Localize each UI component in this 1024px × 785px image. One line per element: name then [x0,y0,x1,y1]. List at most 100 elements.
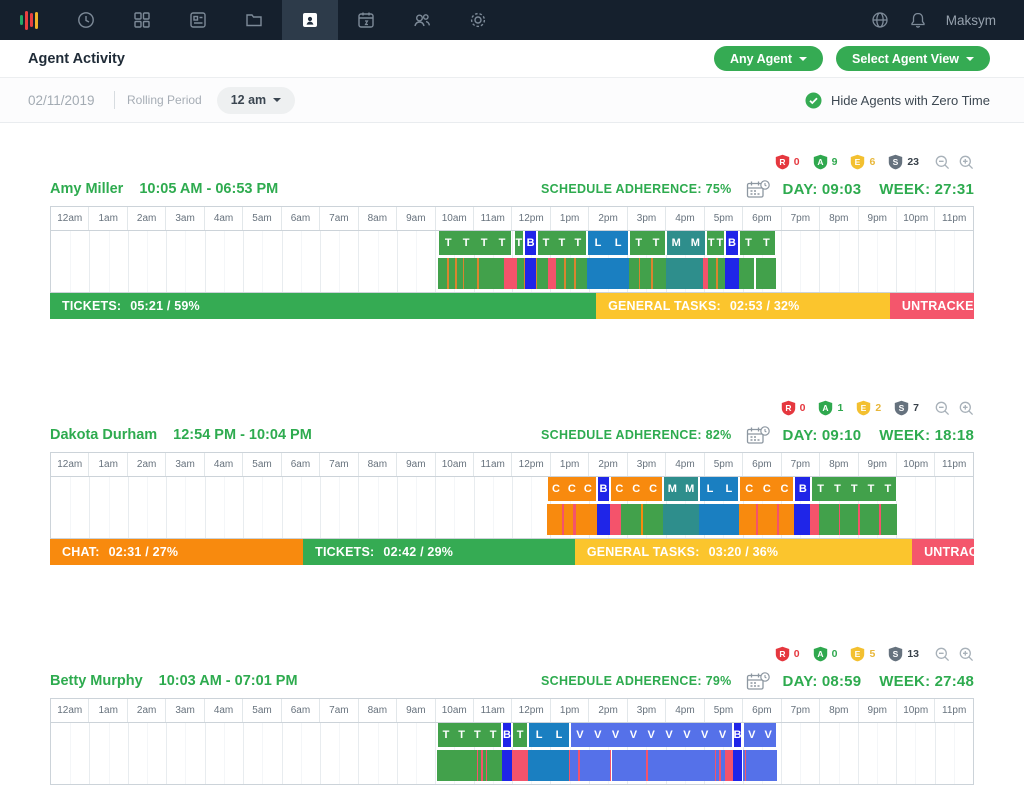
status-badge-s[interactable]: S13 [888,646,919,662]
status-badge-e[interactable]: E2 [856,400,881,416]
date-picker[interactable]: 02/11/2019 [28,93,112,108]
schedule-block[interactable]: LL [528,723,570,747]
activity-segment[interactable] [666,258,704,289]
activity-segment[interactable] [643,504,662,535]
activity-segment[interactable] [746,750,777,781]
hide-zero-toggle[interactable]: Hide Agents with Zero Time [805,92,990,109]
tab-users[interactable] [394,0,450,40]
activity-segment[interactable] [699,504,739,535]
activity-segment[interactable] [438,258,447,289]
activity-segment[interactable] [819,504,838,535]
activity-segment[interactable] [794,504,809,535]
schedule-block[interactable]: CCC [547,477,597,501]
tab-schedules[interactable] [338,0,394,40]
activity-segment[interactable] [881,504,898,535]
activity-segment[interactable] [758,504,777,535]
schedule-block[interactable]: TT [739,231,777,255]
app-logo-icon[interactable] [0,0,58,40]
activity-segment[interactable] [610,504,622,535]
user-menu[interactable]: Maksym [946,13,996,28]
schedule-block[interactable]: VVVVVVVVV [570,723,733,747]
activity-segment[interactable] [640,258,651,289]
zoom-in-icon[interactable] [959,155,974,170]
zoom-out-icon[interactable] [935,155,950,170]
activity-segment[interactable] [597,504,610,535]
calendar-clock-icon[interactable] [746,671,770,692]
globe-icon[interactable] [870,10,890,30]
schedule-block[interactable]: B [794,477,811,501]
schedule-block[interactable]: B [725,231,738,255]
bell-icon[interactable] [908,10,928,30]
activity-segment[interactable] [464,258,477,289]
agent-name[interactable]: Betty Murphy [50,673,143,689]
calendar-clock-icon[interactable] [746,179,770,200]
activity-segment[interactable] [564,504,573,535]
agent-name[interactable]: Amy Miller [50,181,123,197]
activity-segment[interactable] [566,258,574,289]
activity-segment[interactable] [810,504,820,535]
schedule-block[interactable]: T [514,231,525,255]
status-badge-r[interactable]: R0 [775,154,800,170]
schedule-block[interactable]: MM [663,477,700,501]
zoom-out-icon[interactable] [935,401,950,416]
status-badge-s[interactable]: S23 [888,154,919,170]
schedule-block[interactable]: B [502,723,512,747]
zoom-out-icon[interactable] [935,647,950,662]
activity-segment[interactable] [621,504,640,535]
tab-scorecards[interactable] [170,0,226,40]
schedule-block[interactable]: B [733,723,743,747]
activity-segment[interactable] [648,750,715,781]
schedule-block[interactable]: B [597,477,610,501]
activity-segment[interactable] [587,258,629,289]
activity-segment[interactable] [504,258,516,289]
any-agent-dropdown[interactable]: Any Agent [714,46,823,71]
activity-segment[interactable] [556,258,564,289]
status-badge-r[interactable]: R0 [781,400,806,416]
status-badge-a[interactable]: A0 [813,646,838,662]
activity-segment[interactable] [725,258,738,289]
schedule-block[interactable]: TTTTT [811,477,897,501]
status-badge-e[interactable]: E6 [850,154,875,170]
activity-segment[interactable] [528,750,569,781]
schedule-block[interactable]: TTTT [438,231,512,255]
status-badge-e[interactable]: E5 [850,646,875,662]
agent-name[interactable]: Dakota Durham [50,427,157,443]
schedule-block[interactable]: TTTT [437,723,502,747]
status-badge-a[interactable]: A9 [813,154,838,170]
activity-segment[interactable] [517,258,524,289]
activity-segment[interactable] [479,258,504,289]
schedule-block[interactable]: LL [587,231,629,255]
status-badge-a[interactable]: A1 [818,400,843,416]
tab-agent-activity[interactable] [282,0,338,40]
activity-segment[interactable] [548,258,556,289]
activity-segment[interactable] [512,750,528,781]
activity-segment[interactable] [502,750,512,781]
activity-segment[interactable] [860,504,879,535]
rolling-period-dropdown[interactable]: 12 am [217,87,295,114]
activity-segment[interactable] [570,750,578,781]
activity-segment[interactable] [537,258,548,289]
tab-dashboard[interactable] [114,0,170,40]
activity-segment[interactable] [580,750,610,781]
activity-segment[interactable] [612,750,647,781]
activity-segment[interactable] [653,258,666,289]
activity-segment[interactable] [725,750,732,781]
schedule-block[interactable]: TTT [537,231,587,255]
activity-segment[interactable] [779,504,794,535]
schedule-block[interactable]: LL [699,477,739,501]
select-agent-view-dropdown[interactable]: Select Agent View [836,46,990,71]
schedule-block[interactable]: VV [743,723,778,747]
activity-segment[interactable] [739,258,754,289]
zoom-in-icon[interactable] [959,401,974,416]
tab-settings[interactable] [450,0,506,40]
tab-time[interactable] [58,0,114,40]
schedule-block[interactable]: MM [666,231,706,255]
activity-segment[interactable] [576,258,587,289]
activity-segment[interactable] [840,504,857,535]
activity-segment[interactable] [739,504,756,535]
activity-segment[interactable] [756,258,777,289]
zoom-in-icon[interactable] [959,647,974,662]
activity-segment[interactable] [576,504,597,535]
activity-segment[interactable] [629,258,639,289]
activity-segment[interactable] [525,258,536,289]
